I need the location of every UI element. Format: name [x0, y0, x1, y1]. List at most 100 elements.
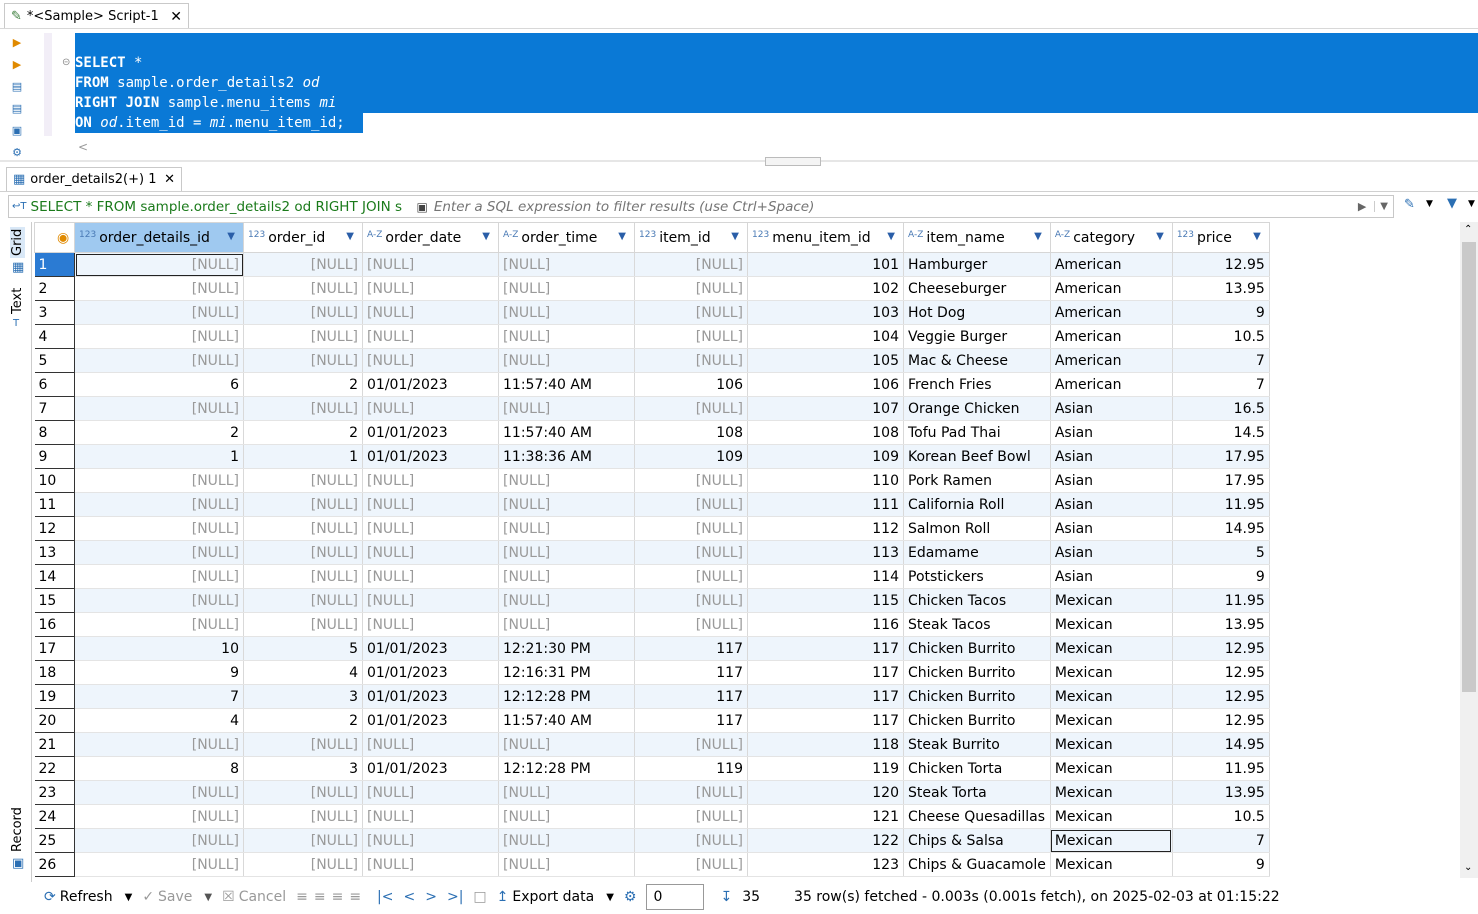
table-row[interactable]: 20 4 2 01/01/2023 11:57:40 AM 117 117 Chicken B…	[34, 708, 1270, 733]
execute-icon[interactable]: ▶	[10, 36, 24, 50]
cell-price[interactable]: 10.5	[1172, 324, 1270, 349]
cell-order-id[interactable]: [NULL]	[243, 396, 363, 421]
cell-price[interactable]: 9	[1172, 564, 1270, 589]
cell-order-time[interactable]: [NULL]	[498, 252, 635, 277]
export-button[interactable]: ↥ Export data ▼	[497, 889, 614, 905]
cell-menu-item-id[interactable]: 102	[747, 276, 904, 301]
cell-order-details-id[interactable]: [NULL]	[74, 396, 244, 421]
cell-item-name[interactable]: California Roll	[903, 492, 1051, 517]
cell-order-details-id[interactable]: 1	[74, 444, 244, 469]
cell-price[interactable]: 7	[1172, 828, 1270, 853]
cell-order-date[interactable]: 01/01/2023	[362, 708, 499, 733]
cell-item-id[interactable]: [NULL]	[634, 300, 748, 325]
cell-category[interactable]: Mexican	[1050, 612, 1173, 637]
cell-item-id[interactable]: [NULL]	[634, 252, 748, 277]
next-page-icon[interactable]: >	[425, 889, 437, 905]
cell-item-id[interactable]: 119	[634, 756, 748, 781]
tab-results[interactable]: ▦ order_details2(+) 1 ✕	[6, 167, 182, 191]
cell-order-details-id[interactable]: [NULL]	[74, 252, 244, 277]
cell-category[interactable]: American	[1050, 300, 1173, 325]
cell-category[interactable]: Mexican	[1050, 804, 1173, 829]
cell-order-date[interactable]: [NULL]	[362, 300, 499, 325]
cell-order-date[interactable]: [NULL]	[362, 564, 499, 589]
scroll-left-icon[interactable]: <	[78, 140, 88, 154]
row-number[interactable]: 14	[34, 564, 75, 589]
cell-order-time[interactable]: [NULL]	[498, 564, 635, 589]
cell-category[interactable]: Mexican	[1050, 636, 1173, 661]
cell-item-id[interactable]: 117	[634, 636, 748, 661]
cell-price[interactable]: 7	[1172, 372, 1270, 397]
cell-category[interactable]: Asian	[1050, 468, 1173, 493]
cell-item-name[interactable]: Edamame	[903, 540, 1051, 565]
row-number[interactable]: 17	[34, 636, 75, 661]
cell-item-name[interactable]: Steak Torta	[903, 780, 1051, 805]
cell-item-id[interactable]: 108	[634, 420, 748, 445]
cell-item-name[interactable]: Tofu Pad Thai	[903, 420, 1051, 445]
column-header-order-id[interactable]: 123 order_id ▼	[243, 222, 363, 253]
row-number[interactable]: 9	[34, 444, 75, 469]
cell-order-time[interactable]: [NULL]	[498, 468, 635, 493]
execute-script-icon[interactable]: ▶	[10, 58, 24, 72]
output-icon[interactable]: ▣	[10, 124, 24, 138]
cell-price[interactable]: 10.5	[1172, 804, 1270, 829]
column-header-order-details-id[interactable]: 123 order_details_id ▼	[74, 222, 244, 253]
cell-order-id[interactable]: [NULL]	[243, 564, 363, 589]
cell-menu-item-id[interactable]: 122	[747, 828, 904, 853]
cell-order-date[interactable]: 01/01/2023	[362, 420, 499, 445]
cell-order-details-id[interactable]: [NULL]	[74, 780, 244, 805]
cell-item-name[interactable]: Korean Beef Bowl	[903, 444, 1051, 469]
cell-order-time[interactable]: [NULL]	[498, 324, 635, 349]
table-row[interactable]: 4 [NULL] [NULL] [NULL] [NULL] [NULL] 104 Veggie…	[34, 324, 1270, 349]
cell-item-id[interactable]: [NULL]	[634, 348, 748, 373]
page-input[interactable]	[646, 884, 705, 910]
panel-splitter[interactable]	[0, 160, 1478, 162]
cell-order-date[interactable]: [NULL]	[362, 324, 499, 349]
cell-order-id[interactable]: 2	[243, 420, 363, 445]
table-row[interactable]: 15 [NULL] [NULL] [NULL] [NULL] [NULL] 115 Chick…	[34, 588, 1270, 613]
cell-item-name[interactable]: Chicken Burrito	[903, 684, 1051, 709]
cell-menu-item-id[interactable]: 109	[747, 444, 904, 469]
cell-order-details-id[interactable]: 2	[74, 420, 244, 445]
cell-order-details-id[interactable]: [NULL]	[74, 324, 244, 349]
row-number[interactable]: 7	[34, 396, 75, 421]
edit-icons[interactable]: ≡≡≡≡	[296, 889, 367, 905]
cell-category[interactable]: Asian	[1050, 516, 1173, 541]
cell-item-id[interactable]: [NULL]	[634, 612, 748, 637]
chevron-down-icon[interactable]: ▼	[1468, 199, 1475, 209]
sort-dropdown-icon[interactable]: ▼	[731, 231, 739, 242]
cell-order-details-id[interactable]: [NULL]	[74, 300, 244, 325]
cell-menu-item-id[interactable]: 111	[747, 492, 904, 517]
table-row[interactable]: 26 [NULL] [NULL] [NULL] [NULL] [NULL] 123 Chips…	[34, 852, 1270, 877]
sort-dropdown-icon[interactable]: ▼	[346, 231, 354, 242]
cell-order-details-id[interactable]: 7	[74, 684, 244, 709]
cell-price[interactable]: 14.95	[1172, 732, 1270, 757]
cell-price[interactable]: 13.95	[1172, 276, 1270, 301]
cell-item-name[interactable]: Pork Ramen	[903, 468, 1051, 493]
cell-menu-item-id[interactable]: 115	[747, 588, 904, 613]
cell-category[interactable]: American	[1050, 252, 1173, 277]
cell-order-id[interactable]: [NULL]	[243, 780, 363, 805]
row-number[interactable]: 18	[34, 660, 75, 685]
cell-category[interactable]: Mexican	[1050, 588, 1173, 613]
cell-item-id[interactable]: [NULL]	[634, 492, 748, 517]
splitter-handle[interactable]	[765, 157, 821, 166]
cell-menu-item-id[interactable]: 105	[747, 348, 904, 373]
cell-menu-item-id[interactable]: 107	[747, 396, 904, 421]
fetch-page-icon[interactable]: □	[473, 889, 486, 905]
row-number[interactable]: 11	[34, 492, 75, 517]
cell-order-details-id[interactable]: [NULL]	[74, 540, 244, 565]
table-row[interactable]: 25 [NULL] [NULL] [NULL] [NULL] [NULL] 122 Chips…	[34, 828, 1270, 853]
cell-category[interactable]: American	[1050, 324, 1173, 349]
cell-order-details-id[interactable]: 9	[74, 660, 244, 685]
cell-order-details-id[interactable]: [NULL]	[74, 564, 244, 589]
cell-category[interactable]: Asian	[1050, 492, 1173, 517]
cell-order-date[interactable]: [NULL]	[362, 588, 499, 613]
cell-item-id[interactable]: [NULL]	[634, 396, 748, 421]
table-row[interactable]: 11 [NULL] [NULL] [NULL] [NULL] [NULL] 111 Calif…	[34, 492, 1270, 517]
cell-item-name[interactable]: Mac & Cheese	[903, 348, 1051, 373]
cell-category[interactable]: Mexican	[1050, 684, 1173, 709]
table-row[interactable]: 12 [NULL] [NULL] [NULL] [NULL] [NULL] 112 Salmo…	[34, 516, 1270, 541]
cell-menu-item-id[interactable]: 108	[747, 420, 904, 445]
tab-grid[interactable]: Grid	[10, 226, 25, 258]
column-header-item-name[interactable]: A-Z item_name ▼	[903, 222, 1051, 253]
